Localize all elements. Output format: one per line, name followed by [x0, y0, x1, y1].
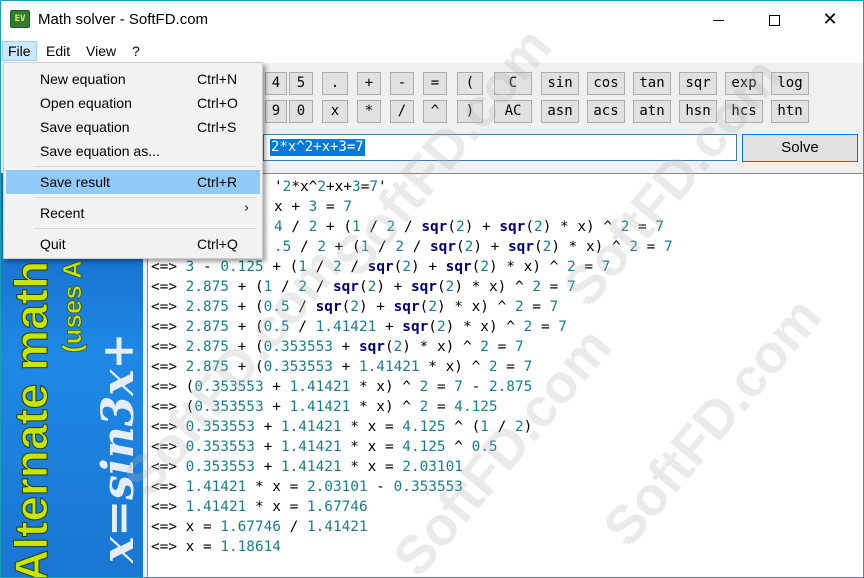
- quit-label: Quit: [40, 236, 66, 252]
- file-menu-dropdown: New equation Ctrl+N Open equation Ctrl+O…: [3, 62, 263, 259]
- submenu-arrow-icon: ›: [244, 201, 250, 216]
- menu-separator: [34, 228, 256, 229]
- result-line: 4 / 2 + (1 / 2 / sqr(2) + sqr(2) * x) ^ …: [274, 219, 665, 235]
- menu-edit[interactable]: Edit: [41, 41, 75, 61]
- window-title: Math solver - SoftFD.com: [38, 11, 209, 28]
- solve-button[interactable]: Solve: [742, 134, 858, 162]
- key-button[interactable]: htn: [771, 100, 809, 123]
- result-line: <=> 1.41421 * x = 1.67746: [151, 499, 368, 515]
- key-button[interactable]: hsn: [679, 100, 717, 123]
- key-button[interactable]: ^: [423, 100, 447, 123]
- new-equation-shortcut: Ctrl+N: [197, 71, 238, 87]
- equation-input[interactable]: 2*x^2+x+3=7: [263, 134, 737, 161]
- close-button[interactable]: ✕: [807, 1, 853, 39]
- app-icon: EV: [10, 10, 30, 28]
- menu-item-new-equation[interactable]: New equation Ctrl+N: [6, 67, 260, 91]
- open-equation-shortcut: Ctrl+O: [197, 95, 238, 111]
- result-line: '2*x^2+x+3=7': [274, 179, 387, 195]
- key-button[interactable]: x: [322, 100, 348, 123]
- key-button[interactable]: /: [390, 100, 414, 123]
- menu-file[interactable]: File: [2, 41, 37, 61]
- banner-formula: x=sin3x+: [93, 333, 143, 564]
- menu-item-recent[interactable]: Recent ›: [6, 201, 260, 225]
- main-window: EV Math solver - SoftFD.com ✕ File Edit …: [0, 0, 864, 578]
- save-equation-shortcut: Ctrl+S: [197, 119, 237, 135]
- key-button[interactable]: sin: [541, 72, 579, 95]
- result-line: <=> 0.353553 + 1.41421 * x = 4.125 ^ 0.5: [151, 439, 498, 455]
- maximize-button[interactable]: [751, 1, 797, 39]
- quit-shortcut: Ctrl+Q: [197, 236, 238, 252]
- close-icon: ✕: [822, 9, 838, 30]
- result-line: <=> 0.353553 + 1.41421 * x = 2.03101: [151, 459, 463, 475]
- key-button[interactable]: ): [457, 100, 483, 123]
- new-equation-label: New equation: [40, 71, 126, 87]
- menu-view[interactable]: View: [81, 41, 121, 61]
- menu-bar: File Edit View ?: [1, 39, 863, 63]
- save-result-shortcut: Ctrl+R: [197, 174, 238, 190]
- key-button[interactable]: -: [390, 72, 414, 95]
- key-button[interactable]: atn: [633, 100, 671, 123]
- key-button[interactable]: *: [357, 100, 381, 123]
- result-line: <=> 2.875 + (1 / 2 / sqr(2) + sqr(2) * x…: [151, 279, 576, 295]
- recent-label: Recent: [40, 205, 85, 221]
- save-equation-as-label: Save equation as...: [40, 143, 160, 159]
- key-button[interactable]: log: [771, 72, 809, 95]
- result-line: <=> 2.875 + (0.353553 + 1.41421 * x) ^ 2…: [151, 359, 533, 375]
- menu-item-open-equation[interactable]: Open equation Ctrl+O: [6, 91, 260, 115]
- result-line: <=> (0.353553 + 1.41421 * x) ^ 2 = 7 - 2…: [151, 379, 533, 395]
- menu-item-save-equation-as[interactable]: Save equation as...: [6, 139, 260, 163]
- result-line: <=> (0.353553 + 1.41421 * x) ^ 2 = 4.125: [151, 399, 498, 415]
- menu-item-save-result[interactable]: Save result Ctrl+R: [6, 170, 260, 194]
- result-line: .5 / 2 + (1 / 2 / sqr(2) + sqr(2) * x) ^…: [274, 239, 673, 255]
- save-result-label: Save result: [40, 174, 111, 190]
- key-button[interactable]: C: [494, 72, 532, 95]
- menu-separator: [34, 197, 256, 198]
- result-line: <=> 1.41421 * x = 2.03101 - 0.353553: [151, 479, 463, 495]
- save-equation-label: Save equation: [40, 119, 130, 135]
- key-button[interactable]: .: [322, 72, 348, 95]
- key-button[interactable]: =: [423, 72, 447, 95]
- result-line: <=> 3 - 0.125 + (1 / 2 / sqr(2) + sqr(2)…: [151, 259, 611, 275]
- result-line: <=> 0.353553 + 1.41421 * x = 4.125 ^ (1 …: [151, 419, 533, 435]
- menu-help[interactable]: ?: [127, 41, 145, 61]
- result-line: <=> 2.875 + (0.5 / 1.41421 + sqr(2) * x)…: [151, 319, 567, 335]
- key-button[interactable]: 9: [265, 100, 287, 123]
- open-equation-label: Open equation: [40, 95, 132, 111]
- key-button[interactable]: 5: [289, 72, 313, 95]
- minimize-icon: [712, 19, 724, 21]
- minimize-button[interactable]: [695, 1, 741, 39]
- key-button[interactable]: cos: [587, 72, 625, 95]
- key-button[interactable]: sqr: [679, 72, 717, 95]
- title-bar[interactable]: EV Math solver - SoftFD.com ✕: [1, 1, 863, 39]
- key-button[interactable]: acs: [587, 100, 625, 123]
- result-line: x + 3 = 7: [274, 199, 352, 215]
- result-line: <=> x = 1.18614: [151, 539, 281, 555]
- key-button[interactable]: AC: [494, 100, 532, 123]
- key-button[interactable]: asn: [541, 100, 579, 123]
- key-button[interactable]: +: [357, 72, 381, 95]
- result-line: <=> x = 1.67746 / 1.41421: [151, 519, 368, 535]
- menu-item-quit[interactable]: Quit Ctrl+Q: [6, 232, 260, 256]
- menu-separator: [34, 166, 256, 167]
- key-button[interactable]: hcs: [725, 100, 763, 123]
- result-line: <=> 2.875 + (0.5 / sqr(2) + sqr(2) * x) …: [151, 299, 559, 315]
- key-button[interactable]: (: [457, 72, 483, 95]
- key-button[interactable]: 0: [289, 100, 313, 123]
- maximize-icon: [768, 14, 780, 26]
- menu-item-save-equation[interactable]: Save equation Ctrl+S: [6, 115, 260, 139]
- key-button[interactable]: exp: [725, 72, 763, 95]
- result-line: <=> 2.875 + (0.353553 + sqr(2) * x) ^ 2 …: [151, 339, 524, 355]
- equation-text: 2*x^2+x+3=7: [270, 139, 365, 156]
- key-button[interactable]: 4: [265, 72, 287, 95]
- key-button[interactable]: tan: [633, 72, 671, 95]
- banner-line1: Alternate math: [5, 261, 57, 578]
